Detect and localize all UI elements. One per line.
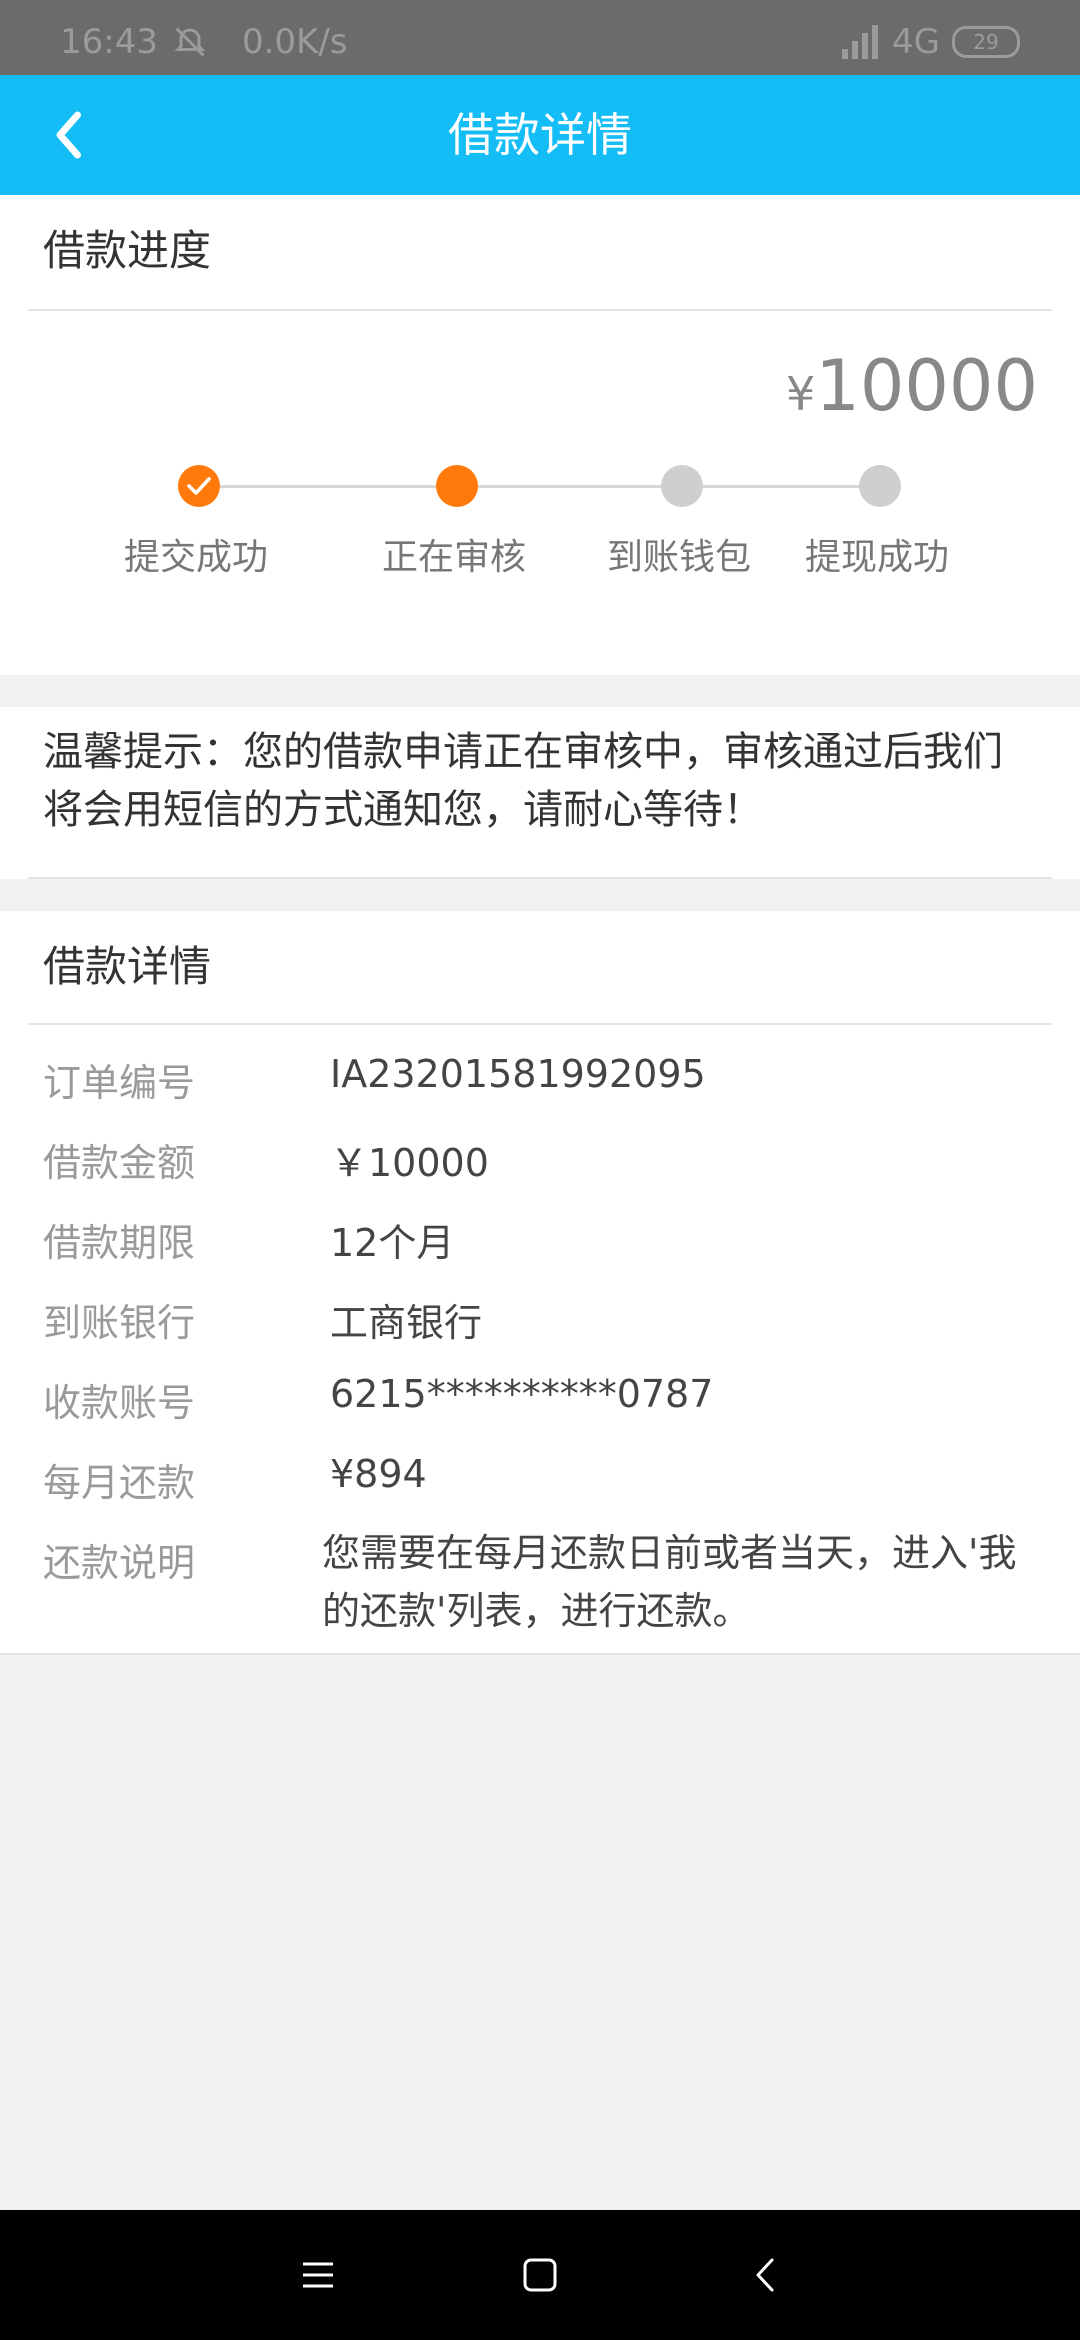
system-nav-bar — [0, 2210, 1080, 2340]
divider — [28, 1023, 1052, 1025]
battery-level: 29 — [973, 30, 999, 54]
detail-value: 12个月 — [330, 1221, 455, 1265]
step-dot-current — [436, 465, 478, 507]
app-bar: 借款详情 — [0, 75, 1080, 195]
detail-key: 收款账号 — [43, 1381, 196, 1425]
amount-value: 10000 — [815, 345, 1038, 427]
detail-key: 还款说明 — [43, 1541, 196, 1585]
detail-key: 订单编号 — [43, 1061, 196, 1105]
step-label: 提交成功 — [124, 537, 269, 578]
network-type: 4G — [892, 22, 940, 62]
page-title: 借款详情 — [448, 108, 632, 162]
progress-section-title: 借款进度 — [43, 226, 212, 275]
home-icon[interactable] — [515, 2250, 565, 2300]
step-label: 到账钱包 — [607, 537, 752, 578]
detail-value: 您需要在每月还款日前或者当天，进入'我的还款'列表，进行还款。 — [322, 1531, 1017, 1633]
menu-icon[interactable] — [293, 2250, 343, 2300]
net-speed: 0.0K/s — [241, 22, 348, 62]
divider — [28, 877, 1052, 879]
step-connector — [703, 485, 879, 488]
detail-value: 6215**********0787 — [330, 1372, 714, 1416]
step-connector — [478, 485, 681, 488]
detail-key: 每月还款 — [43, 1461, 196, 1505]
loan-amount: ¥10000 — [786, 345, 1038, 427]
back-icon[interactable] — [742, 2250, 792, 2300]
step-connector — [220, 485, 457, 488]
status-time: 16:43 — [60, 22, 158, 62]
notice-card: 温馨提示：您的借款申请正在审核中，审核通过后我们将会用短信的方式通知您，请耐心等… — [0, 707, 1080, 879]
progress-card: 借款进度 — [0, 195, 1080, 675]
step-dot-pending — [661, 465, 703, 507]
alarm-off-icon — [174, 27, 206, 57]
status-bar: 16:43 0.0K/s 4G 29 — [0, 0, 1080, 75]
detail-value: ¥894 — [330, 1452, 427, 1496]
detail-key: 借款金额 — [43, 1141, 196, 1185]
signal-icon — [842, 25, 879, 59]
currency-symbol: ¥ — [786, 367, 816, 421]
progress-steps: 提交成功 正在审核 到账钱包 提现成功 — [0, 460, 1080, 580]
divider — [28, 309, 1052, 311]
battery-icon: 29 — [952, 26, 1020, 58]
step-label: 正在审核 — [382, 537, 527, 578]
detail-key: 借款期限 — [43, 1221, 196, 1265]
step-dot-done — [178, 465, 220, 507]
check-icon — [187, 477, 211, 495]
step-dot-pending — [859, 465, 901, 507]
detail-key: 到账银行 — [43, 1301, 196, 1345]
details-bottom-border — [0, 1653, 1080, 1655]
step-label: 提现成功 — [805, 537, 950, 578]
notice-text: 温馨提示：您的借款申请正在审核中，审核通过后我们将会用短信的方式通知您，请耐心等… — [43, 729, 1003, 833]
detail-value: 工商银行 — [330, 1301, 483, 1345]
detail-value: IA23201581992095 — [330, 1052, 706, 1096]
detail-value: ￥10000 — [330, 1141, 489, 1185]
details-section-title: 借款详情 — [43, 942, 212, 991]
